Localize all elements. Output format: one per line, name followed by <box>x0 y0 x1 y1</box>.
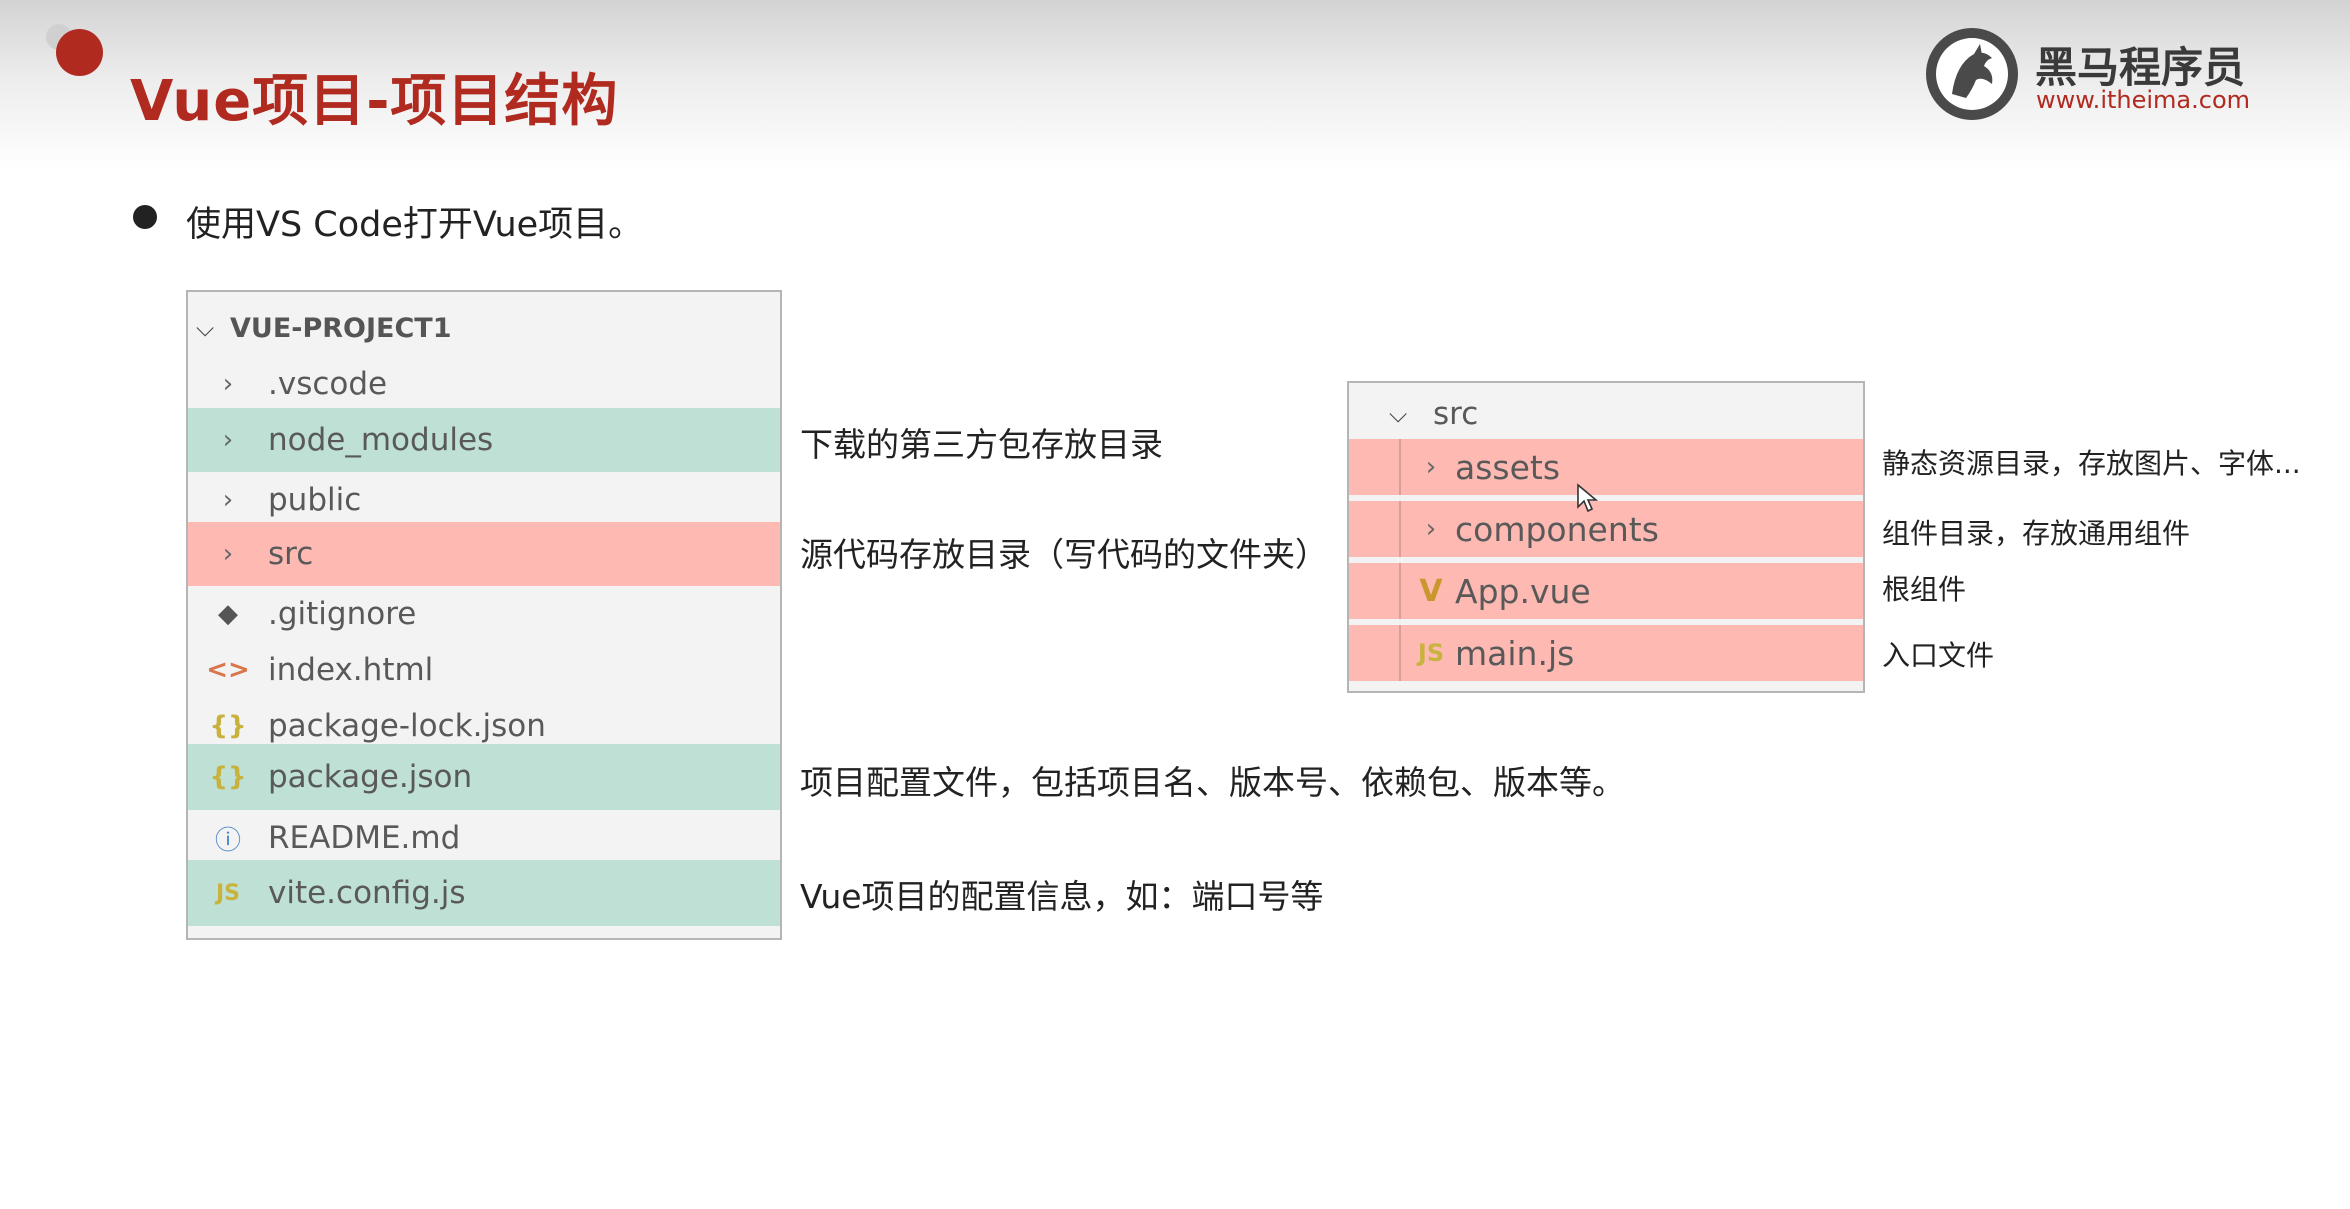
slide-title: Vue项目-项目结构 <box>130 69 619 134</box>
decor-dot-red <box>56 29 103 76</box>
tree-item-label: index.html <box>268 652 434 688</box>
tree-item-index-html[interactable]: <> index.html <box>188 642 780 698</box>
annotation-main-js: 入口文件 <box>1882 639 1995 672</box>
bullet-text: 使用VS Code打开Vue项目。 <box>186 205 644 245</box>
chevron-right-icon: › <box>222 369 234 399</box>
tree-item-vscode[interactable]: › .vscode <box>188 356 780 412</box>
json-icon: {} <box>209 711 247 741</box>
src-item-label: main.js <box>1455 633 1575 673</box>
chevron-right-icon: › <box>222 539 234 569</box>
annotation-app-vue: 根组件 <box>1882 573 1967 606</box>
info-icon: ⓘ <box>214 825 241 856</box>
tree-item-vite-config[interactable]: JS vite.config.js <box>188 860 780 926</box>
annotation-components: 组件目录，存放通用组件 <box>1882 517 2191 550</box>
src-item-main-js[interactable]: JS main.js <box>1349 625 1863 681</box>
chevron-down-icon: ⌵ <box>1389 400 1408 428</box>
project-name: VUE-PROJECT1 <box>230 312 452 344</box>
tree-item-label: public <box>268 482 362 518</box>
chevron-right-icon: › <box>222 485 234 515</box>
tree-item-label: node_modules <box>268 422 494 458</box>
horse-logo-icon <box>1926 28 2018 120</box>
chevron-right-icon: › <box>1425 452 1437 482</box>
src-item-label: components <box>1455 509 1659 549</box>
tree-item-label: package-lock.json <box>268 708 546 744</box>
tree-guide-line <box>1349 439 1401 495</box>
tree-guide-line <box>1349 625 1401 681</box>
tree-item-package-json[interactable]: {} package.json <box>188 744 780 810</box>
file-explorer: ⌵ VUE-PROJECT1 › .vscode › node_modules … <box>186 290 782 940</box>
tree-guide-line <box>1349 563 1401 619</box>
brand-url: www.itheima.com <box>2036 86 2251 114</box>
tree-guide-line <box>1349 501 1401 557</box>
git-icon: ◆ <box>218 599 238 629</box>
src-item-assets[interactable]: › assets <box>1349 439 1863 495</box>
tree-item-src[interactable]: › src <box>188 522 780 586</box>
tree-item-label: .vscode <box>268 366 388 402</box>
src-item-app-vue[interactable]: V App.vue <box>1349 563 1863 619</box>
js-icon: JS <box>215 880 241 906</box>
chevron-right-icon: › <box>1425 514 1437 544</box>
chevron-down-icon: ⌵ <box>196 314 215 342</box>
bullet-icon <box>133 205 157 229</box>
tree-item-label: README.md <box>268 820 461 856</box>
tree-item-label: src <box>268 536 314 572</box>
annotation-package-json: 项目配置文件，包括项目名、版本号、依赖包、版本等。 <box>800 763 1625 802</box>
src-folder-header[interactable]: ⌵ src <box>1389 391 1478 437</box>
tree-item-readme[interactable]: ⓘ README.md <box>188 810 780 866</box>
mouse-cursor-icon <box>1577 483 1598 513</box>
src-folder-panel: ⌵ src › assets › components V App.vue JS… <box>1347 381 1865 693</box>
vue-icon: V <box>1419 573 1443 609</box>
src-folder-label: src <box>1433 396 1479 432</box>
brand-logo: 黑马程序员 www.itheima.com <box>1922 24 2262 124</box>
tree-item-label: vite.config.js <box>268 875 466 911</box>
js-icon: JS <box>1417 639 1445 667</box>
tree-item-label: package.json <box>268 759 473 795</box>
annotation-assets: 静态资源目录，存放图片、字体... <box>1882 447 2301 480</box>
src-item-label: App.vue <box>1455 571 1591 611</box>
annotation-node-modules: 下载的第三方包存放目录 <box>800 425 1163 464</box>
chevron-right-icon: › <box>222 425 234 455</box>
tree-item-node-modules[interactable]: › node_modules <box>188 408 780 472</box>
annotation-src: 源代码存放目录（写代码的文件夹） <box>800 535 1328 574</box>
annotation-vite-config: Vue项目的配置信息，如：端口号等 <box>800 877 1324 916</box>
tree-item-label: .gitignore <box>268 596 417 632</box>
json-icon: {} <box>209 762 247 792</box>
html-icon: <> <box>206 655 250 685</box>
src-item-label: assets <box>1455 447 1561 487</box>
src-item-components[interactable]: › components <box>1349 501 1863 557</box>
tree-item-gitignore[interactable]: ◆ .gitignore <box>188 586 780 642</box>
explorer-project-header[interactable]: ⌵ VUE-PROJECT1 <box>196 308 452 348</box>
tree-item-public[interactable]: › public <box>188 472 780 528</box>
